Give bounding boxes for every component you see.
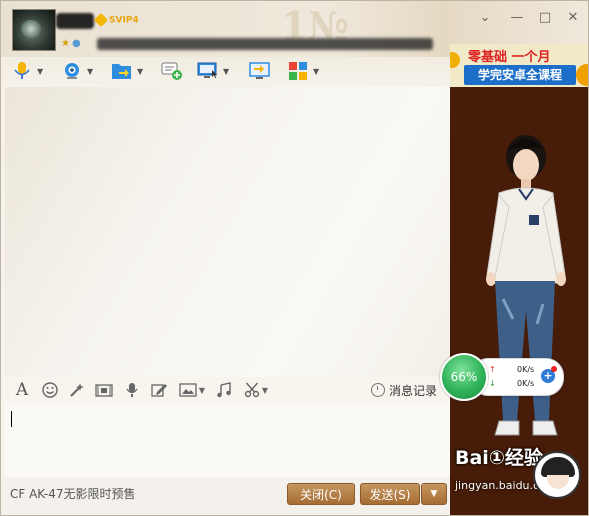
text-caret: [11, 411, 12, 427]
coin-icon: [450, 52, 460, 68]
coin-icon: [576, 64, 588, 86]
baidu-watermark: Bai①经验 jingyan.baidu.com: [451, 437, 585, 509]
voice-button[interactable]: ▼: [11, 59, 43, 83]
chat-window: 1№ SVIP4 ★ ● ⌄ — □ ✕ ▼ ▼ ▼ ▼ ▼ 零基础 一个月 学…: [0, 0, 589, 516]
add-icon[interactable]: +: [541, 366, 557, 383]
baidu-logo: Bai①经验: [455, 447, 543, 469]
mascot-avatar: [533, 451, 581, 499]
avatar-character-image: [486, 135, 566, 436]
download-speed: 0K/s: [517, 379, 535, 388]
chevron-down-icon[interactable]: ▼: [199, 386, 205, 395]
message-input[interactable]: [5, 403, 450, 477]
contact-signature: [97, 38, 433, 50]
music-icon[interactable]: [215, 381, 233, 399]
magic-wand-icon[interactable]: [68, 381, 86, 399]
chevron-down-icon: ▼: [430, 489, 438, 499]
edit-icon[interactable]: [150, 381, 168, 399]
new-message-button[interactable]: [161, 59, 183, 83]
vip-gem-icon: [93, 12, 109, 28]
chevron-down-icon[interactable]: ▼: [262, 386, 268, 395]
input-toolbar: A ▼ ▼ 消息记录: [5, 377, 450, 403]
font-button[interactable]: A: [13, 380, 31, 400]
file-transfer-icon: [111, 60, 133, 82]
network-speed-widget[interactable]: ↑ 0K/s ↓ 0K/s 66% +: [440, 353, 564, 401]
ad-banner[interactable]: 零基础 一个月 学完安卓全课程: [450, 44, 588, 87]
apps-icon: [287, 60, 309, 82]
star-icon: ★: [61, 38, 70, 49]
ad-headline: 零基础 一个月: [468, 50, 551, 65]
message-add-icon: [161, 60, 183, 82]
image-icon[interactable]: ▼: [177, 381, 207, 399]
video-message-icon[interactable]: [95, 381, 113, 399]
contact-nickname[interactable]: [56, 13, 94, 29]
clock-icon: [371, 383, 385, 397]
status-icons: ★ ●: [61, 38, 81, 49]
app-center-button[interactable]: ▼: [287, 59, 319, 83]
emoji-icon[interactable]: [41, 381, 59, 399]
screenshot-scissors-icon[interactable]: ▼: [241, 381, 271, 399]
remote-desktop-icon: [197, 60, 219, 82]
message-history-area[interactable]: [5, 87, 450, 377]
remote-assist-button[interactable]: ▼: [197, 59, 229, 83]
avatar[interactable]: [12, 9, 56, 51]
maximize-button[interactable]: □: [537, 10, 553, 26]
microphone-icon[interactable]: [123, 381, 141, 399]
video-button[interactable]: ▼: [61, 59, 93, 83]
upload-speed: 0K/s: [517, 365, 535, 374]
chevron-down-icon[interactable]: ▼: [223, 67, 229, 76]
footer-bar: CF AK-47无影限时预售 关闭(C) 发送(S) ▼: [1, 477, 450, 515]
webcam-icon: [61, 60, 83, 82]
svip-label: SVIP4: [109, 15, 139, 26]
chevron-down-icon[interactable]: ⌄: [477, 10, 493, 26]
promo-link[interactable]: CF AK-47无影限时预售: [10, 485, 136, 502]
microphone-icon: [11, 60, 33, 82]
online-status-icon: ●: [71, 38, 81, 49]
chevron-down-icon[interactable]: ▼: [87, 67, 93, 76]
screen-share-icon: [249, 60, 271, 82]
send-button[interactable]: 发送(S): [360, 483, 420, 505]
close-chat-button[interactable]: 关闭(C): [287, 483, 355, 505]
chevron-down-icon[interactable]: ▼: [37, 67, 43, 76]
upload-arrow-icon: ↑: [489, 365, 496, 374]
minimize-button[interactable]: —: [509, 10, 525, 26]
message-history-button[interactable]: 消息记录: [371, 381, 437, 399]
accelerator-ball[interactable]: 66%: [440, 353, 488, 401]
close-button[interactable]: ✕: [565, 10, 581, 26]
chevron-down-icon[interactable]: ▼: [137, 67, 143, 76]
svip-badge[interactable]: SVIP4: [93, 12, 139, 28]
send-options-dropdown[interactable]: ▼: [421, 483, 447, 505]
chevron-down-icon[interactable]: ▼: [313, 67, 319, 76]
chat-toolbar: ▼ ▼ ▼ ▼ ▼: [1, 57, 450, 87]
share-screen-button[interactable]: [249, 59, 271, 83]
message-history-label: 消息记录: [389, 383, 438, 398]
download-arrow-icon: ↓: [489, 379, 496, 388]
ad-subline: 学完安卓全课程: [464, 65, 576, 85]
send-file-button[interactable]: ▼: [111, 59, 143, 83]
